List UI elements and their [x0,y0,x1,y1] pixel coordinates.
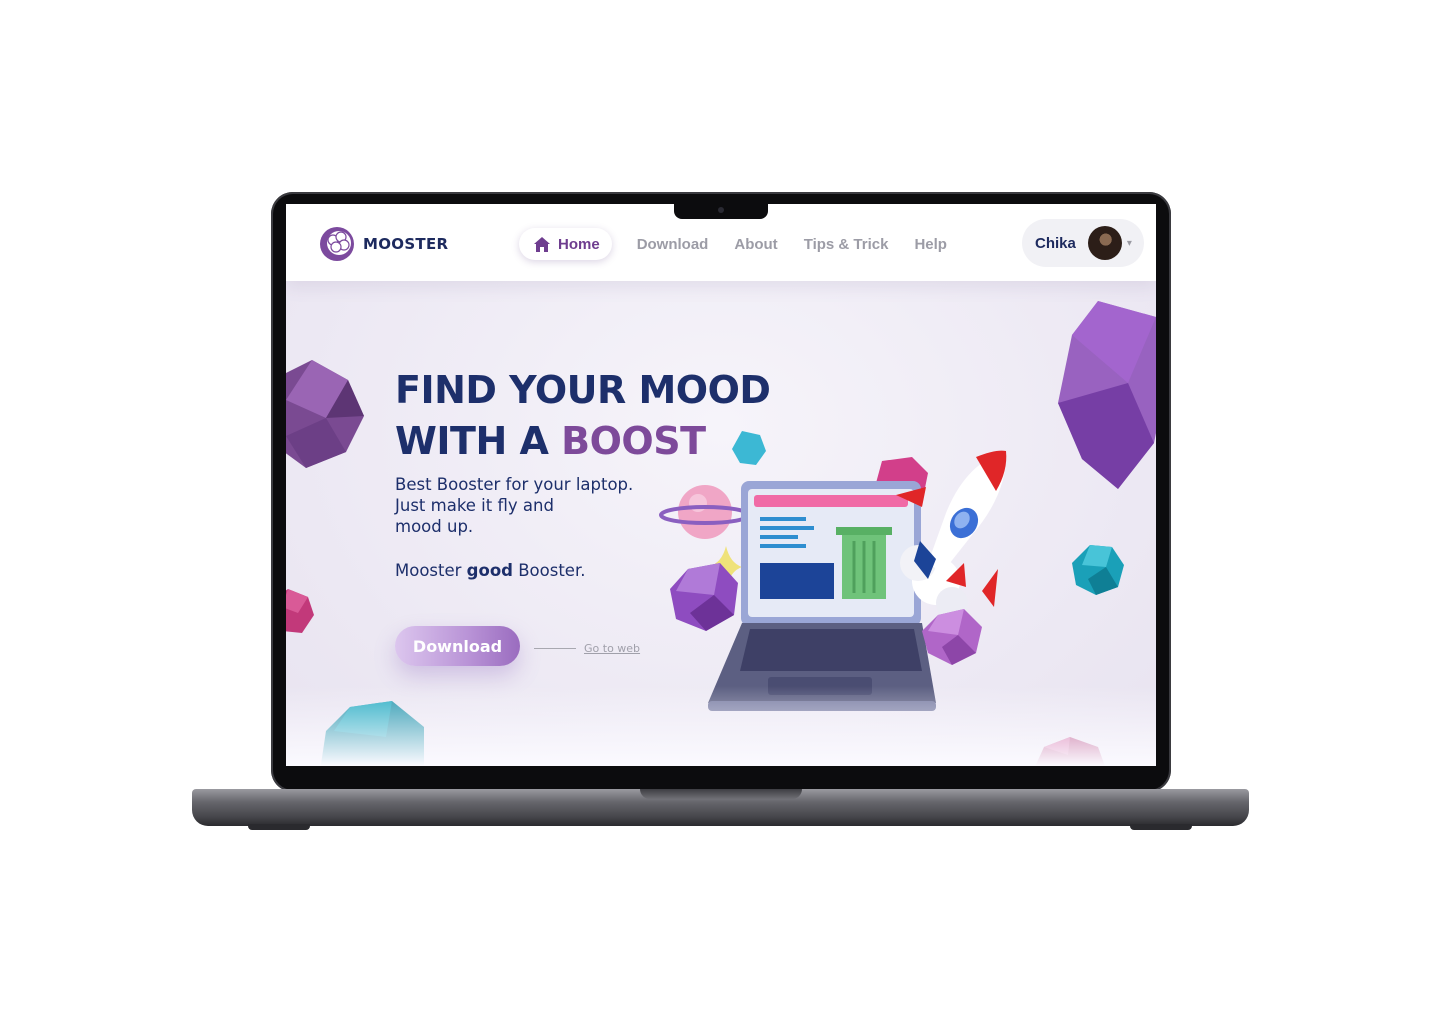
nav-home-label: Home [558,235,600,253]
subtitle-line-3: mood up. [395,517,474,536]
subtitle-line-2: Just make it fly and [395,496,554,515]
laptop-rocket-illustration [659,431,1007,711]
magenta-gem-icon [286,589,314,633]
subtitle-line-1: Best Booster for your laptop. [395,475,634,494]
brand-name: MOOSTER [363,235,449,253]
purple-left-gem-icon [670,563,738,631]
brand-logo[interactable]: MOOSTER [319,226,448,262]
nav-tips-trick[interactable]: Tips & Trick [804,236,889,253]
tagline-after: Booster. [512,561,586,580]
laptop-screen: MOOSTER Home Download About Tips & Trick… [286,204,1156,766]
user-name: Chika [1035,234,1076,252]
avatar [1087,226,1122,260]
user-menu[interactable]: Chika ▾ [1022,219,1144,267]
download-button[interactable]: Download [395,626,520,666]
headline-prefix: WITH A [395,419,562,463]
laptop-foot-right [1130,824,1192,830]
nav-about[interactable]: About [734,236,777,253]
headline-line-1: FIND YOUR MOOD [395,368,771,412]
chevron-down-icon: ▾ [1126,237,1132,249]
purple-right-gem-icon [922,609,982,665]
hero-subtitle: Best Booster for your laptop. Just make … [395,474,675,537]
camera-icon [718,207,724,213]
home-icon [534,236,550,252]
hero-bottom-fade [286,686,1156,766]
cloud-logo-icon [320,227,354,261]
nav-download[interactable]: Download [637,236,709,253]
main-menu: Home Download About Tips & Trick Help [519,228,947,260]
base-groove [640,789,802,799]
teal-gem-icon [1072,545,1124,595]
nav-help[interactable]: Help [914,236,947,253]
hero-section: FIND YOUR MOOD WITH A BOOST Best Booster… [286,281,1156,766]
divider-line [534,648,576,649]
camera-notch [674,202,768,219]
laptop-base [192,789,1249,826]
laptop-foot-left [248,824,310,830]
tagline-bold: good [466,561,513,580]
teal-small-gem-icon [732,431,766,465]
nav-home[interactable]: Home [519,228,612,260]
purple-gem-large-icon [1058,301,1156,489]
planet-icon [659,485,751,539]
tagline-before: Mooster [395,561,467,580]
go-to-web-link[interactable]: Go to web [534,642,640,655]
hero-tagline: Mooster good Booster. [395,561,585,580]
purple-gem-icon [286,360,364,468]
go-to-web-label: Go to web [584,642,641,655]
